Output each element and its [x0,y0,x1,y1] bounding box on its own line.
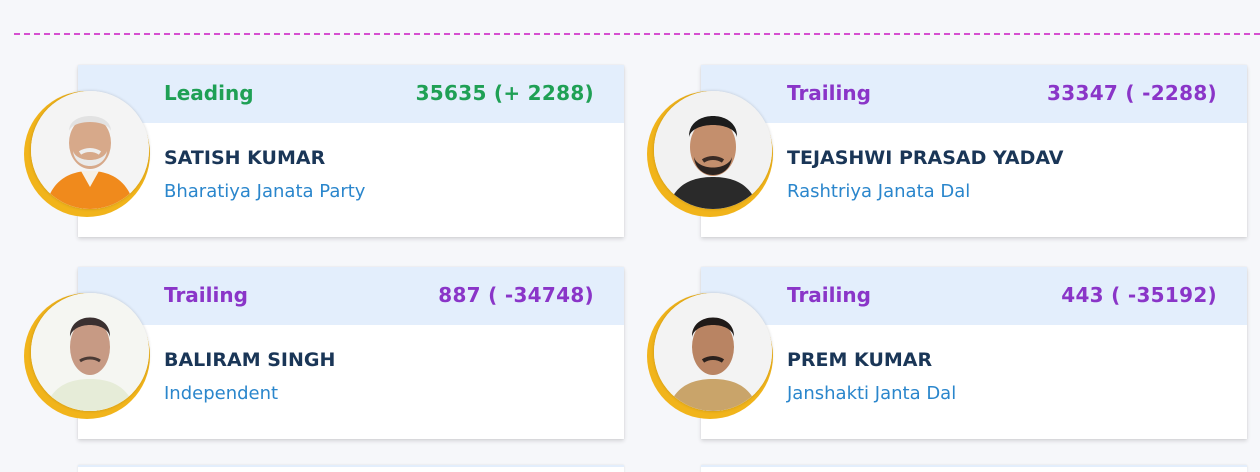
status-label: Trailing [787,81,871,105]
party-name[interactable]: Independent [164,383,278,404]
next-card-edge [701,465,1247,472]
candidate-avatar[interactable] [654,91,772,209]
vote-count: 33347 ( -2288) [1047,81,1217,105]
avatar-ring [24,91,150,217]
party-name[interactable]: Janshakti Janta Dal [787,383,956,404]
candidate-name: TEJASHWI PRASAD YADAV [787,147,1064,169]
candidate-card[interactable]: Leading 35635 (+ 2288) SATISH KUMAR Bhar… [78,65,624,237]
section-divider [14,33,1260,35]
candidate-card[interactable]: Trailing 887 ( -34748) BALIRAM SINGH Ind… [78,267,624,439]
candidate-name: PREM KUMAR [787,349,933,371]
vote-count: 35635 (+ 2288) [415,81,594,105]
candidate-name: BALIRAM SINGH [164,349,336,371]
avatar-ring [24,293,150,419]
party-name[interactable]: Bharatiya Janata Party [164,181,365,202]
candidate-card[interactable]: Trailing 443 ( -35192) PREM KUMAR Jansha… [701,267,1247,439]
results-page: Leading 35635 (+ 2288) SATISH KUMAR Bhar… [0,0,1260,472]
next-card-edge [78,465,624,472]
candidate-name: SATISH KUMAR [164,147,326,169]
candidate-avatar[interactable] [31,91,149,209]
party-name[interactable]: Rashtriya Janata Dal [787,181,970,202]
vote-count: 443 ( -35192) [1061,283,1217,307]
candidate-avatar[interactable] [654,293,772,411]
candidate-card[interactable]: Trailing 33347 ( -2288) TEJASHWI PRASAD … [701,65,1247,237]
vote-count: 887 ( -34748) [438,283,594,307]
avatar-ring [647,293,773,419]
status-label: Leading [164,81,254,105]
status-label: Trailing [164,283,248,307]
status-label: Trailing [787,283,871,307]
candidate-avatar[interactable] [31,293,149,411]
avatar-ring [647,91,773,217]
